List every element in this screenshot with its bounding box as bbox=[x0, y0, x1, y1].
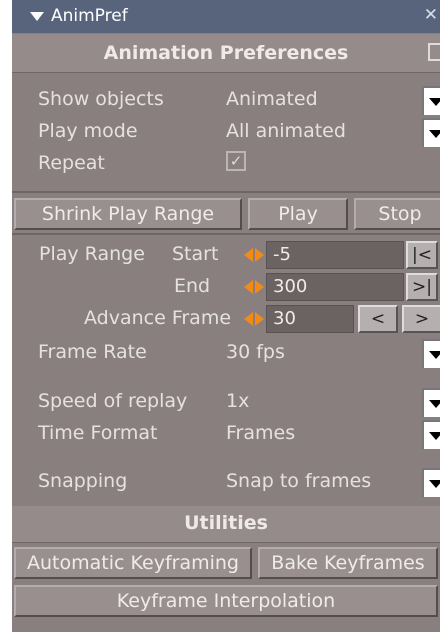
repeat-label: Repeat bbox=[38, 152, 105, 174]
step-forward-button[interactable]: > bbox=[402, 305, 440, 333]
window-title: AnimPref bbox=[51, 6, 128, 26]
advance-keyframe-diamond-icon[interactable] bbox=[244, 309, 264, 329]
show-objects-dropdown-arrow-icon[interactable] bbox=[422, 86, 440, 115]
time-format-label: Time Format bbox=[38, 422, 158, 444]
step-back-button[interactable]: < bbox=[358, 305, 398, 333]
shrink-play-range-button[interactable]: Shrink Play Range bbox=[14, 198, 242, 230]
snapping-dropdown-arrow-icon[interactable] bbox=[422, 468, 440, 497]
section-title-utilities: Utilities bbox=[184, 512, 268, 534]
snapping-value[interactable]: Snap to frames bbox=[226, 470, 371, 492]
speed-of-replay-dropdown-arrow-icon[interactable] bbox=[422, 388, 440, 417]
end-label: End bbox=[174, 275, 211, 297]
end-field[interactable]: 300 bbox=[266, 273, 404, 301]
play-mode-label: Play mode bbox=[38, 120, 138, 142]
close-icon[interactable]: ✕ bbox=[424, 5, 438, 25]
collapse-triangle-icon[interactable] bbox=[30, 12, 44, 21]
go-to-end-button[interactable]: >| bbox=[406, 273, 438, 301]
frame-rate-dropdown-arrow-icon[interactable] bbox=[422, 339, 440, 368]
section-title-animation-preferences: Animation Preferences bbox=[103, 42, 349, 64]
title-bar[interactable]: AnimPref ✕ bbox=[12, 0, 440, 33]
play-mode-value[interactable]: All animated bbox=[226, 120, 346, 142]
start-field[interactable]: -5 bbox=[266, 241, 404, 269]
show-objects-value[interactable]: Animated bbox=[226, 88, 318, 110]
time-format-dropdown-arrow-icon[interactable] bbox=[422, 420, 440, 449]
end-keyframe-diamond-icon[interactable] bbox=[244, 277, 264, 297]
divider bbox=[12, 191, 440, 193]
speed-of-replay-value[interactable]: 1x bbox=[226, 390, 249, 412]
animpref-panel: AnimPref ✕ Animation Preferences Show ob… bbox=[12, 0, 440, 632]
go-to-start-button[interactable]: |< bbox=[406, 241, 438, 269]
play-button[interactable]: Play bbox=[248, 198, 348, 230]
stop-button[interactable]: Stop bbox=[354, 198, 440, 230]
play-range-label: Play Range bbox=[39, 243, 145, 265]
bake-keyframes-button[interactable]: Bake Keyframes bbox=[258, 547, 438, 579]
start-keyframe-diamond-icon[interactable] bbox=[244, 245, 264, 265]
play-mode-dropdown-arrow-icon[interactable] bbox=[422, 118, 440, 147]
checkmark-icon: ✓ bbox=[229, 152, 243, 170]
automatic-keyframing-button[interactable]: Automatic Keyframing bbox=[14, 547, 252, 579]
snapping-label: Snapping bbox=[38, 470, 128, 492]
utilities-header[interactable]: Utilities bbox=[12, 506, 440, 543]
speed-of-replay-label: Speed of replay bbox=[38, 390, 188, 412]
frame-rate-value[interactable]: 30 fps bbox=[226, 341, 285, 363]
show-objects-label: Show objects bbox=[38, 88, 164, 110]
divider bbox=[12, 233, 440, 235]
frame-rate-label: Frame Rate bbox=[38, 341, 147, 363]
toggle-box-icon[interactable] bbox=[428, 43, 440, 61]
advance-frame-label: Advance Frame bbox=[84, 307, 232, 329]
advance-frame-field[interactable]: 30 bbox=[266, 305, 354, 333]
repeat-checkbox[interactable]: ✓ bbox=[226, 151, 246, 171]
start-label: Start bbox=[172, 243, 219, 265]
animation-preferences-header[interactable]: Animation Preferences bbox=[12, 34, 440, 73]
time-format-value[interactable]: Frames bbox=[226, 422, 295, 444]
keyframe-interpolation-button[interactable]: Keyframe Interpolation bbox=[14, 585, 438, 617]
